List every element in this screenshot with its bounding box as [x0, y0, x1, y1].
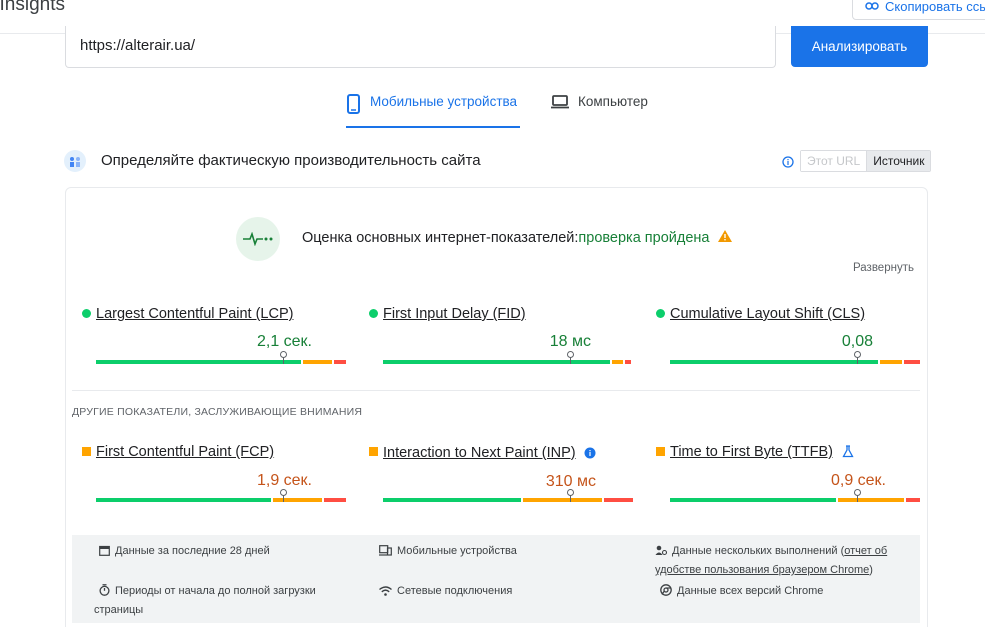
- metric-lcp-marker: [280, 351, 287, 364]
- flask-icon: [842, 445, 854, 463]
- info-network: Сетевые подключения: [379, 583, 512, 602]
- other-metrics-title: ДРУГИЕ ПОКАЗАТЕЛИ, ЗАСЛУЖИВАЮЩИЕ ВНИМАНИ…: [72, 406, 363, 418]
- metric-lcp-name[interactable]: Largest Contentful Paint (LCP): [96, 306, 293, 322]
- metric-fcp-value: 1,9 сек.: [256, 472, 312, 489]
- toggle-origin[interactable]: Источник: [867, 151, 931, 171]
- devices-icon: [379, 545, 392, 562]
- warning-icon: [717, 230, 732, 246]
- people-icon: [64, 150, 86, 172]
- section-title: Определяйте фактическую производительнос…: [101, 152, 481, 169]
- metric-inp-marker: [567, 489, 574, 502]
- app-title: l Insights: [0, 0, 65, 15]
- tab-mobile-label: Мобильные устройства: [370, 94, 518, 109]
- url-input[interactable]: https://alterair.ua/: [65, 26, 776, 68]
- metric-cls-marker: [854, 351, 861, 364]
- good-status-dot: [82, 309, 91, 318]
- metric-cls-name[interactable]: Cumulative Layout Shift (CLS): [670, 306, 865, 322]
- wifi-icon: [379, 585, 392, 602]
- url-origin-toggle[interactable]: Этот URL Источник: [800, 150, 932, 172]
- pulse-icon: [236, 217, 280, 261]
- crux-report-link[interactable]: отчет об: [844, 545, 887, 557]
- tab-desktop-label: Компьютер: [578, 94, 648, 109]
- metric-fcp-name[interactable]: First Contentful Paint (FCP): [96, 444, 274, 460]
- divider: [72, 390, 920, 391]
- laptop-icon: [550, 94, 570, 113]
- analyze-button[interactable]: Анализировать: [791, 26, 928, 67]
- metric-ttfb-name[interactable]: Time to First Byte (TTFB): [670, 444, 833, 460]
- metric-lcp-value: 2,1 сек.: [256, 333, 312, 350]
- metric-fcp-bar: [96, 498, 346, 502]
- metric-lcp-bar: [96, 360, 346, 364]
- info-multiple-runs: Данные нескольких выполнений (отчет об уд…: [655, 545, 888, 576]
- copy-link-label: Скопировать ссы: [885, 0, 985, 14]
- metric-fcp-marker: [280, 489, 287, 502]
- info-filled-icon[interactable]: [584, 446, 596, 464]
- metric-fid-value: 18 мс: [549, 333, 591, 350]
- metric-inp-value: 310 мс: [545, 473, 596, 490]
- tab-mobile[interactable]: Мобильные устройства: [346, 94, 520, 128]
- expand-link[interactable]: Развернуть: [853, 262, 914, 274]
- phone-icon: [346, 94, 362, 117]
- info-devices: Мобильные устройства: [379, 543, 517, 562]
- link-icon: [865, 0, 879, 14]
- metric-fid-marker: [567, 351, 574, 364]
- toggle-this-url[interactable]: Этот URL: [801, 151, 868, 171]
- metric-ttfb-value: 0,9 сек.: [830, 472, 886, 489]
- metric-fid-name[interactable]: First Input Delay (FID): [383, 306, 526, 322]
- tab-desktop[interactable]: Компьютер: [550, 94, 648, 128]
- metric-ttfb-marker: [854, 489, 861, 502]
- runs-icon: [655, 545, 668, 562]
- calendar-icon: [99, 545, 110, 562]
- metric-inp-bar: [383, 498, 633, 502]
- crux-report-link-cont[interactable]: удобстве пользования браузером Chrome: [655, 564, 869, 576]
- info-chrome-versions: Данные всех версий Chrome: [660, 583, 823, 602]
- metric-cls-bar: [670, 360, 920, 364]
- average-status-square: [369, 447, 378, 456]
- timer-icon: [99, 584, 110, 602]
- metric-inp-name[interactable]: Interaction to Next Paint (INP): [383, 445, 576, 461]
- info-load-periods: Периоды от начала до полной загрузки стра…: [94, 584, 316, 616]
- assessment: Оценка основных интернет-показателей: пр…: [302, 230, 732, 246]
- info-icon[interactable]: [782, 155, 794, 173]
- metric-ttfb-bar: [670, 498, 920, 502]
- good-status-dot: [369, 309, 378, 318]
- metric-fid-bar: [383, 360, 631, 364]
- metric-cls-value: 0,08: [841, 333, 873, 350]
- info-period: Данные за последние 28 дней: [99, 543, 270, 562]
- copy-link-button[interactable]: Скопировать ссы: [852, 0, 985, 20]
- assessment-label: Оценка основных интернет-показателей:: [302, 230, 579, 246]
- chrome-icon: [660, 584, 672, 602]
- assessment-status: проверка пройдена: [578, 230, 710, 246]
- good-status-dot: [656, 309, 665, 318]
- average-status-square: [656, 447, 665, 456]
- average-status-square: [82, 447, 91, 456]
